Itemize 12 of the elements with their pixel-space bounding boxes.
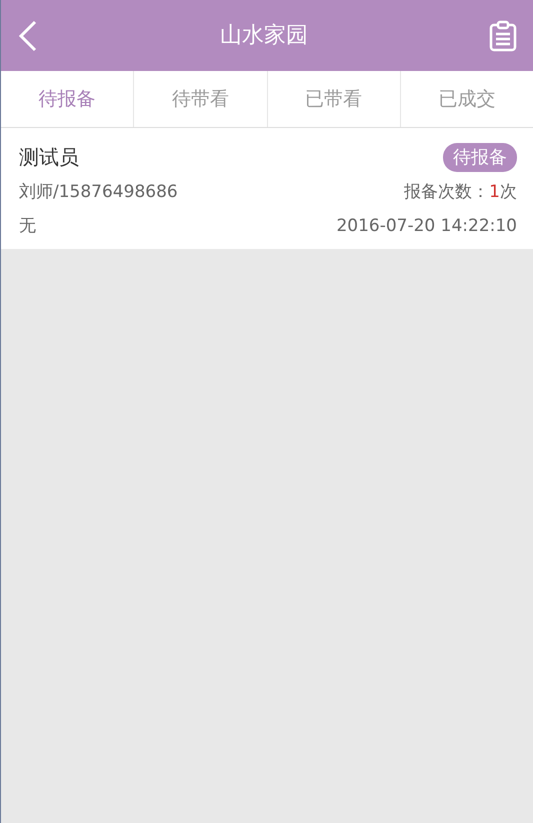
back-button[interactable] [17, 20, 39, 52]
back-icon [17, 20, 39, 52]
report-count: 报备次数：1次 [404, 181, 517, 204]
status-tag: 待报备 [443, 142, 517, 172]
customer-name: 测试员 [19, 144, 79, 171]
record-card[interactable]: 测试员 待报备 刘师/15876498686 报备次数：1次 无 2016-07-20 14:22:10 [1, 128, 533, 249]
note-text: 无 [19, 214, 36, 238]
clipboard-button[interactable] [489, 20, 517, 52]
clipboard-icon [489, 20, 517, 52]
timestamp: 2016-07-20 14:22:10 [336, 214, 517, 238]
agent-phone: 刘师/15876498686 [19, 181, 178, 204]
page-title: 山水家园 [220, 22, 308, 50]
